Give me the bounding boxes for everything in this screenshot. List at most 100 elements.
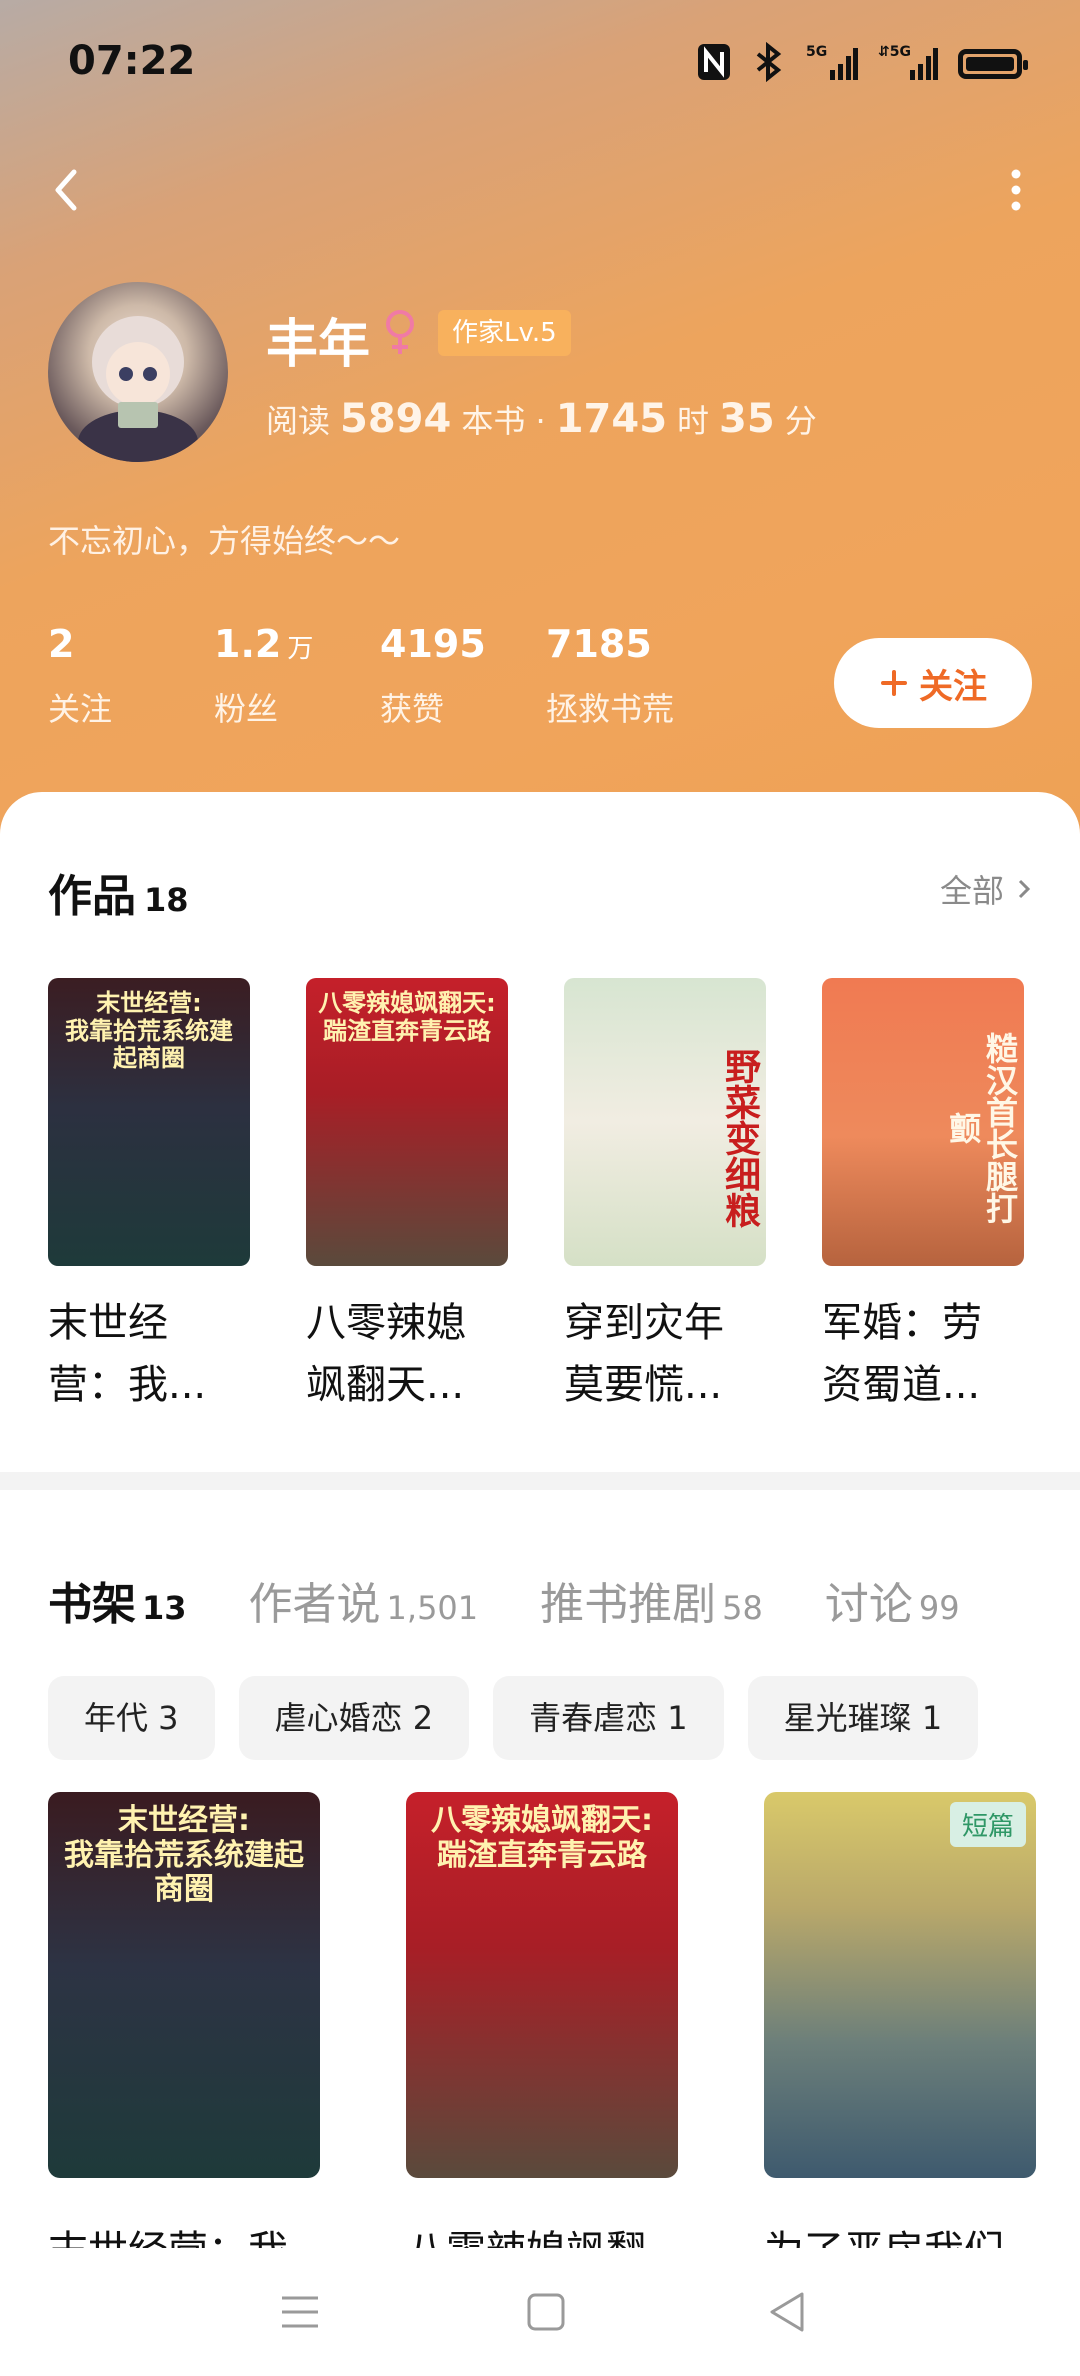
plus-icon [881,670,907,696]
chevron-left-icon [55,169,77,211]
stat-label: 粉丝 [214,690,279,728]
tab-label: 讨论 [824,1579,913,1630]
system-navigation-bar [0,2252,1080,2376]
book-cover: 八零辣媳飒翻天: 踹渣直奔青云路 [406,1792,678,2178]
work-title-line: 末世经 [48,1300,168,1346]
reading-books-unit: 本书 · [461,402,546,440]
work-item[interactable]: 糙汉首长腿打颤 军婚：劳 资蜀道... [822,978,1024,1416]
stat-following[interactable]: 2 关注 [48,622,214,730]
see-all-label: 全部 [939,872,1004,910]
tab-count: 99 [918,1589,960,1627]
shelf-book[interactable]: 末世经营: 我靠拾荒系统建起商圈 末世经营：我 [48,1792,320,2248]
content-card: 作品 18 全部 末世经营: 我靠拾荒系统建起商圈 末世经 营：我... 八零辣媳… [0,792,1080,2376]
stat-value: 4195 [380,622,486,666]
vertical-dots-icon [1011,169,1021,211]
book-cover: 糙汉首长腿打颤 [822,978,1024,1266]
work-item[interactable]: 野菜变细粮 穿到灾年 莫要慌... [564,978,766,1416]
work-title-line: 莫要慌... [564,1362,723,1408]
reading-minutes-unit: 分 [784,402,817,440]
status-time: 07:22 [68,38,196,84]
work-title: 末世经 营：我... [48,1292,250,1416]
work-title-line: 穿到灾年 [564,1300,724,1346]
cover-title: 八零辣媳飒翻天: 踹渣直奔青云路 [431,1803,653,1873]
book-cover: 末世经营: 我靠拾荒系统建起商圈 [48,978,250,1266]
book-cover: 末世经营: 我靠拾荒系统建起商圈 [48,1792,320,2178]
book-cover: 野菜变细粮 [564,978,766,1266]
work-item[interactable]: 八零辣媳飒翻天: 踹渣直奔青云路 八零辣媳 飒翻天... [306,978,508,1416]
stats-row: 2 关注 1.2 万 粉丝 4195 获赞 7185 拯救书荒 [48,622,712,730]
work-title-line: 军婚：劳 [822,1300,982,1346]
chevron-right-icon [1018,879,1031,899]
tab-label: 作者说 [248,1579,381,1630]
avatar[interactable] [48,282,228,462]
stat-value: 7185 [546,622,652,666]
work-item[interactable]: 末世经营: 我靠拾荒系统建起商圈 末世经 营：我... [48,978,250,1416]
status-bar: 07:22 5G ⇵5G [0,0,1080,130]
stat-likes[interactable]: 4195 获赞 [380,622,546,730]
stat-label: 拯救书荒 [546,690,675,728]
5g-signal-icon: 5G [806,42,858,86]
tab-discussion[interactable]: 讨论 99 [825,1568,960,1632]
works-title: 作品 18 [48,860,189,924]
reading-books: 5894 [340,396,452,442]
see-all-link[interactable]: 全部 [940,866,1034,912]
bluetooth-icon [752,41,786,86]
short-story-tag: 短篇 [949,1802,1026,1847]
battery-icon [958,49,1028,79]
avatar-illustration [78,316,198,462]
menu-icon[interactable] [270,2282,330,2342]
tab-bookshelf[interactable]: 书架 13 [48,1568,187,1632]
shelf-book-title: 八零辣媳飒翻 [406,2218,678,2248]
stat-unit: 万 [287,634,314,664]
cover-title: 糙汉首长腿打颤 [944,1032,1019,1224]
nfc-icon [696,42,732,86]
5g-signal-icon: ⇵5G [878,42,938,86]
home-square-icon[interactable] [516,2282,576,2342]
shelf-book-title: 为了恶房我们 [764,2218,1036,2248]
tab-count: 58 [722,1589,763,1627]
stat-label: 获赞 [380,690,445,728]
chip-romance[interactable]: 虐心婚恋 2 [238,1676,470,1760]
work-title: 军婚：劳 资蜀道... [822,1292,1024,1416]
female-icon [380,306,420,358]
user-name: 丰年 [266,315,371,375]
cover-title: 八零辣媳飒翻天: 踹渣直奔青云路 [318,989,496,1045]
back-button[interactable] [40,160,100,220]
category-chips: 年代 3 虐心婚恋 2 青春虐恋 1 星光璀璨 1 [48,1676,979,1760]
content-tabs: 书架 13 作者说 1,501 推书推剧 58 讨论 99 [48,1568,1022,1632]
chip-stars[interactable]: 星光璀璨 1 [747,1676,979,1760]
status-icons: 5G ⇵5G [696,41,1028,86]
reading-hours: 1745 [555,396,668,442]
stat-value: 1.2 [214,622,282,666]
back-triangle-icon[interactable] [758,2282,818,2342]
chip-youth[interactable]: 青春虐恋 1 [493,1676,724,1760]
cover-title: 野菜变细粮 [719,1048,760,1228]
more-options-button[interactable] [980,160,1040,220]
work-title-line: 飒翻天... [306,1362,465,1408]
tab-recommendations[interactable]: 推书推剧 58 [540,1568,763,1632]
tab-author-says[interactable]: 作者说 1,501 [249,1568,479,1632]
stat-fans[interactable]: 1.2 万 粉丝 [214,622,380,730]
book-cover: 短篇 [764,1792,1036,2178]
stat-value: 2 [48,622,75,666]
work-title-line: 八零辣媳 [306,1300,466,1346]
works-list: 末世经营: 我靠拾荒系统建起商圈 末世经 营：我... 八零辣媳飒翻天: 踹渣直… [48,978,1024,1416]
shelf-book[interactable]: 短篇 为了恶房我们 [764,1792,1036,2248]
work-title-line: 营：我... [48,1362,207,1408]
tab-label: 书架 [48,1579,136,1630]
profile-motto: 不忘初心，方得始终～～ [48,522,401,560]
tab-count: 1,501 [386,1589,479,1627]
book-cover: 八零辣媳飒翻天: 踹渣直奔青云路 [306,978,508,1266]
stat-rescued[interactable]: 7185 拯救书荒 [546,622,712,730]
works-count: 18 [144,881,189,919]
svg-text:5G: 5G [806,44,827,60]
work-title: 穿到灾年 莫要慌... [564,1292,766,1416]
cover-title: 末世经营: 我靠拾荒系统建起商圈 [64,1803,304,1907]
svg-text:⇵5G: ⇵5G [878,44,911,60]
bookshelf-list: 末世经营: 我靠拾荒系统建起商圈 末世经营：我 八零辣媳飒翻天: 踹渣直奔青云路… [48,1792,1036,2248]
shelf-book[interactable]: 八零辣媳飒翻天: 踹渣直奔青云路 八零辣媳飒翻 [406,1792,678,2248]
chip-era[interactable]: 年代 3 [48,1676,215,1760]
reading-stats: 阅读 5894 本书 · 1745 时 35 分 [266,396,817,442]
work-title-line: 资蜀道... [822,1362,981,1408]
follow-button[interactable]: 关注 [834,638,1032,728]
